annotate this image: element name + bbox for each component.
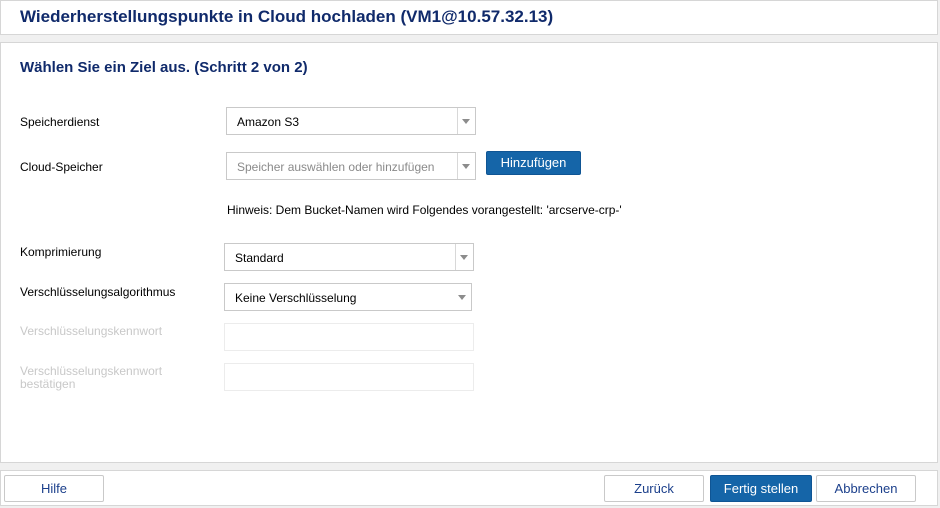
encryption-algorithm-dropdown[interactable]: Keine Verschlüsselung: [224, 283, 472, 311]
dialog-footer: Hilfe Zurück Fertig stellen Abbrechen: [0, 470, 938, 506]
compression-value: Standard: [235, 251, 284, 265]
storage-service-trigger[interactable]: [457, 108, 475, 134]
chevron-down-icon: [462, 119, 470, 124]
dialog-title-bar: Wiederherstellungspunkte in Cloud hochla…: [0, 0, 938, 35]
compression-dropdown[interactable]: Standard: [224, 243, 474, 271]
cancel-button[interactable]: Abbrechen: [816, 475, 916, 502]
destination-panel: Wählen Sie ein Ziel aus. (Schritt 2 von …: [0, 42, 938, 463]
storage-service-dropdown[interactable]: Amazon S3: [226, 107, 476, 135]
cloud-storage-placeholder: Speicher auswählen oder hinzufügen: [237, 160, 435, 174]
chevron-down-icon: [462, 164, 470, 169]
compression-trigger[interactable]: [455, 244, 473, 270]
bucket-prefix-hint: Hinweis: Dem Bucket-Namen wird Folgendes…: [227, 203, 622, 217]
confirm-password-label-line2: bestätigen: [20, 377, 76, 391]
compression-label: Komprimierung: [20, 245, 102, 259]
confirm-password-label: Verschlüsselungskennwort bestätigen: [20, 365, 162, 391]
cloud-storage-label: Cloud-Speicher: [20, 160, 103, 174]
storage-service-value: Amazon S3: [237, 115, 300, 129]
cloud-storage-dropdown[interactable]: Speicher auswählen oder hinzufügen: [226, 152, 476, 180]
confirm-password-input[interactable]: [224, 363, 474, 391]
encryption-algorithm-trigger[interactable]: [454, 284, 471, 310]
cloud-storage-trigger[interactable]: [457, 153, 475, 179]
step-title: Wählen Sie ein Ziel aus. (Schritt 2 von …: [20, 59, 308, 76]
encryption-password-label: Verschlüsselungskennwort: [20, 324, 163, 338]
encryption-password-input[interactable]: [224, 323, 474, 351]
confirm-password-label-line1: Verschlüsselungskennwort: [20, 364, 163, 378]
chevron-down-icon: [458, 295, 466, 300]
finish-button[interactable]: Fertig stellen: [710, 475, 812, 502]
help-button[interactable]: Hilfe: [4, 475, 104, 502]
encryption-algorithm-value: Keine Verschlüsselung: [235, 291, 357, 305]
chevron-down-icon: [460, 255, 468, 260]
back-button[interactable]: Zurück: [604, 475, 704, 502]
add-storage-button[interactable]: Hinzufügen: [486, 151, 581, 175]
dialog-title: Wiederherstellungspunkte in Cloud hochla…: [20, 7, 554, 26]
storage-service-label: Speicherdienst: [20, 115, 100, 129]
encryption-algorithm-label: Verschlüsselungsalgorithmus: [20, 285, 176, 299]
